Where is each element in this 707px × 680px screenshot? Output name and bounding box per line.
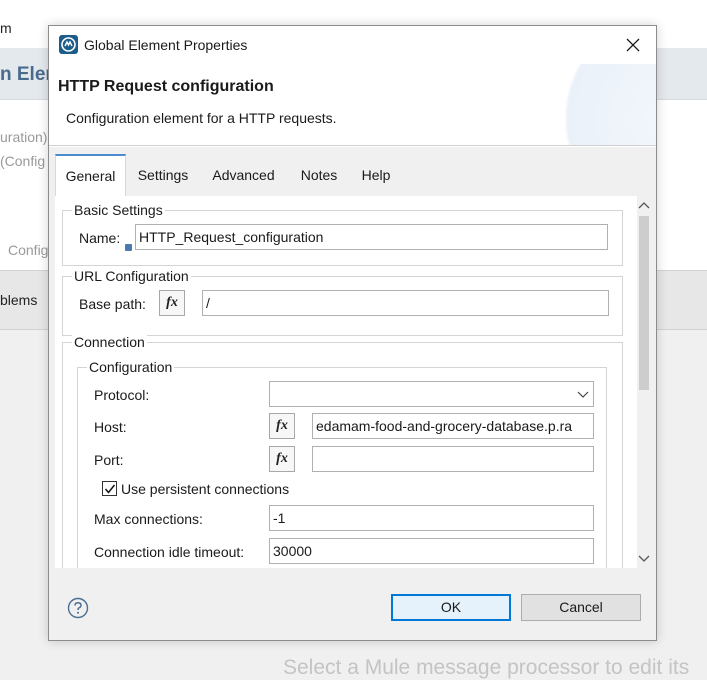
scroll-down-icon[interactable] <box>637 550 651 566</box>
persistent-connections-label: Use persistent connections <box>121 481 290 497</box>
url-configuration-legend: URL Configuration <box>72 268 191 284</box>
background-text-line: uration) <box>0 129 48 145</box>
tab-settings[interactable]: Settings <box>130 154 196 196</box>
persistent-connections-checkbox[interactable] <box>102 481 117 496</box>
tab-help[interactable]: Help <box>355 154 397 196</box>
background-problems-tab: blems <box>0 292 38 308</box>
vertical-scrollbar[interactable] <box>637 196 651 568</box>
scrollbar-thumb[interactable] <box>639 216 649 390</box>
background-menu-fragment: m <box>0 20 12 36</box>
configuration-description: Configuration element for a HTTP request… <box>66 110 337 126</box>
host-input[interactable]: edamam-food-and-grocery-database.p.ra <box>312 413 594 439</box>
close-icon[interactable] <box>622 34 644 56</box>
dialog-header-banner: HTTP Request configuration Configuration… <box>49 64 656 146</box>
idle-timeout-label: Connection idle timeout: <box>94 544 245 560</box>
idle-timeout-input[interactable]: 30000 <box>269 538 594 564</box>
mule-app-icon <box>59 35 78 54</box>
background-placeholder-text: Select a Mule message processor to edit … <box>283 656 690 679</box>
background-text-line: (Config <box>0 153 46 169</box>
cancel-button[interactable]: Cancel <box>521 594 641 621</box>
help-icon[interactable] <box>67 597 89 619</box>
host-expression-toggle[interactable]: fx <box>269 413 295 439</box>
tab-general[interactable]: General <box>55 154 126 196</box>
chevron-down-icon <box>577 382 589 406</box>
base-path-expression-toggle[interactable]: fx <box>159 290 185 316</box>
port-input[interactable] <box>312 446 594 472</box>
connection-legend: Connection <box>72 334 147 350</box>
port-expression-toggle[interactable]: fx <box>269 446 295 472</box>
global-element-properties-dialog: Global Element Properties HTTP Request c… <box>48 25 657 641</box>
basic-settings-legend: Basic Settings <box>72 202 165 218</box>
dialog-footer: OK Cancel <box>49 573 656 640</box>
dialog-title: Global Element Properties <box>84 37 248 53</box>
base-path-label: Base path: <box>79 296 146 312</box>
dialog-titlebar[interactable]: Global Element Properties <box>49 26 656 64</box>
name-label: Name: <box>79 230 121 246</box>
protocol-label: Protocol: <box>94 387 150 403</box>
header-decoration <box>526 64 656 145</box>
general-tab-content: Basic Settings Name: HTTP_Request_config… <box>55 196 651 568</box>
tab-advanced[interactable]: Advanced <box>205 154 282 196</box>
name-input[interactable]: HTTP_Request_configuration <box>135 224 608 250</box>
max-connections-label: Max connections: <box>94 511 203 527</box>
ok-button[interactable]: OK <box>391 594 511 621</box>
host-label: Host: <box>94 419 127 435</box>
info-icon <box>125 244 132 251</box>
configuration-title: HTTP Request configuration <box>58 78 274 95</box>
background-text-line: Config <box>8 242 49 258</box>
max-connections-input[interactable]: -1 <box>269 505 594 531</box>
protocol-select[interactable] <box>269 381 594 407</box>
dialog-body: General Settings Advanced Notes Help Bas… <box>49 147 656 573</box>
tab-bar: General Settings Advanced Notes Help <box>55 154 651 196</box>
base-path-input[interactable]: / <box>202 290 609 316</box>
configuration-legend: Configuration <box>87 359 175 375</box>
port-label: Port: <box>94 452 124 468</box>
tab-notes[interactable]: Notes <box>293 154 345 196</box>
scroll-up-icon[interactable] <box>637 198 651 214</box>
